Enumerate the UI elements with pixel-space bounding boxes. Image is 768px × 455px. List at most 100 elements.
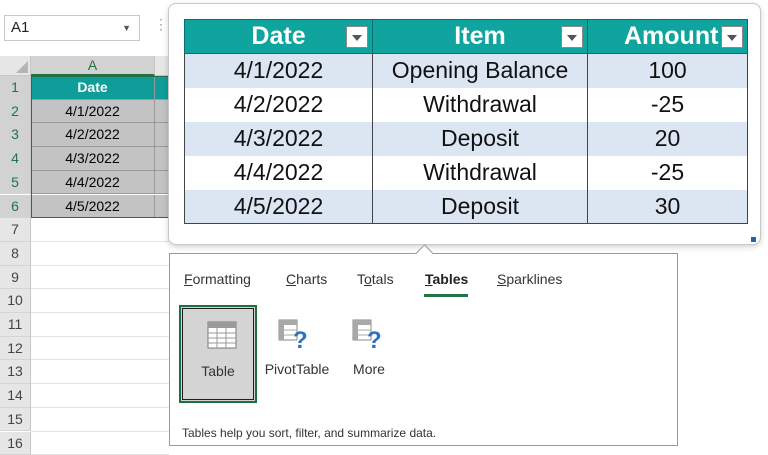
gridline [31, 288, 169, 289]
table-icon [207, 321, 237, 351]
tab-accelerator: C [286, 271, 296, 287]
tab-totals[interactable]: Totals [357, 271, 394, 287]
cell-a2[interactable]: 4/1/2022 [31, 100, 155, 124]
preview-header-label: Item [454, 22, 505, 50]
preview-header-label: Amount [624, 22, 718, 50]
tab-label: ormatting [193, 271, 251, 287]
svg-text:?: ? [293, 327, 308, 349]
preview-cell-item: Withdrawal [373, 156, 588, 190]
tab-tables[interactable]: Tables [425, 271, 468, 287]
name-box[interactable]: A1 ▼ [4, 15, 140, 41]
column-header-a[interactable]: A [31, 56, 155, 76]
preview-table: Date Item Amount 4/1/2022 Opening Balanc… [184, 19, 748, 224]
preview-cell-date: 4/2/2022 [185, 88, 373, 122]
preview-cell-item: Deposit [373, 190, 588, 224]
column-header-b[interactable] [155, 56, 169, 76]
preview-header-label: Date [251, 22, 305, 50]
cell-b3[interactable] [155, 123, 169, 147]
table-button-label: Table [181, 363, 255, 379]
row-header-16[interactable]: 16 [0, 432, 31, 455]
pivottable-icon: ? [278, 319, 308, 349]
table-preview-popup: Date Item Amount 4/1/2022 Opening Balanc… [168, 3, 761, 245]
preview-cell-item: Opening Balance [373, 54, 588, 88]
preview-header-date: Date [185, 20, 373, 54]
more-button[interactable]: ? More [332, 305, 406, 403]
cell-b1[interactable] [155, 76, 169, 100]
formula-bar-grip-icon[interactable]: ⋮ [154, 16, 168, 33]
preview-cell-date: 4/5/2022 [185, 190, 373, 224]
cell-a5[interactable]: 4/4/2022 [31, 171, 155, 195]
tab-label: parklines [506, 271, 562, 287]
quick-analysis-panel: Formatting Charts Totals Tables Sparklin… [169, 253, 678, 446]
row-header-7[interactable]: 7 [0, 218, 31, 242]
row-header-10[interactable]: 10 [0, 289, 31, 313]
gridline [31, 383, 169, 384]
preview-cell-amount: 20 [588, 122, 748, 156]
cell-a6[interactable]: 4/5/2022 [31, 195, 155, 219]
table-row: 4/3/2022 Deposit 20 [185, 122, 748, 156]
preview-header-amount: Amount [588, 20, 748, 54]
tab-label: harts [296, 271, 327, 287]
preview-cell-date: 4/4/2022 [185, 156, 373, 190]
svg-text:?: ? [367, 327, 382, 349]
preview-cell-item: Withdrawal [373, 88, 588, 122]
preview-cell-item: Deposit [373, 122, 588, 156]
cell-b4[interactable] [155, 147, 169, 171]
pivottable-button-label: PivotTable [258, 361, 336, 377]
row-header-9[interactable]: 9 [0, 266, 31, 290]
cell-b5[interactable] [155, 171, 169, 195]
cell-b2[interactable] [155, 100, 169, 124]
row-header-5[interactable]: 5 [0, 171, 31, 195]
preview-cell-amount: -25 [588, 88, 748, 122]
filter-dropdown-icon[interactable] [721, 26, 743, 48]
cell-a1[interactable]: Date [31, 76, 155, 100]
gridline [31, 407, 169, 408]
row-header-8[interactable]: 8 [0, 242, 31, 266]
tab-formatting[interactable]: Formatting [184, 271, 251, 287]
row-header-4[interactable]: 4 [0, 147, 31, 171]
panel-pointer [415, 244, 433, 262]
row-header-6[interactable]: 6 [0, 195, 31, 219]
cell-a4[interactable]: 4/3/2022 [31, 147, 155, 171]
table-button[interactable]: Table [179, 305, 257, 403]
more-icon: ? [352, 319, 382, 349]
select-all-corner[interactable] [0, 56, 31, 76]
tab-sparklines[interactable]: Sparklines [497, 271, 562, 287]
preview-header-item: Item [373, 20, 588, 54]
preview-cell-date: 4/3/2022 [185, 122, 373, 156]
filter-dropdown-icon[interactable] [346, 26, 368, 48]
name-box-value: A1 [11, 19, 29, 36]
pivottable-button[interactable]: ? PivotTable [258, 305, 336, 403]
tab-accelerator: S [497, 271, 506, 287]
gridline [31, 265, 169, 266]
tab-charts[interactable]: Charts [286, 271, 327, 287]
gridline [31, 241, 169, 242]
gridline [31, 431, 169, 432]
active-tab-indicator [424, 294, 468, 297]
tab-label: ables [433, 271, 469, 287]
row-header-14[interactable]: 14 [0, 384, 31, 408]
panel-description: Tables help you sort, filter, and summar… [182, 426, 436, 440]
table-row: 4/1/2022 Opening Balance 100 [185, 54, 748, 88]
cell-a3[interactable]: 4/2/2022 [31, 123, 155, 147]
gridline [31, 359, 169, 360]
row-header-12[interactable]: 12 [0, 337, 31, 361]
cell-b6[interactable] [155, 195, 169, 219]
preview-cell-amount: -25 [588, 156, 748, 190]
tab-accelerator: F [184, 271, 193, 287]
more-button-label: More [332, 361, 406, 377]
row-header-13[interactable]: 13 [0, 360, 31, 384]
gridline [31, 336, 169, 337]
row-header-1[interactable]: 1 [0, 76, 31, 100]
tab-label: tals [372, 271, 394, 287]
filter-dropdown-icon[interactable] [561, 26, 583, 48]
row-header-11[interactable]: 11 [0, 313, 31, 337]
row-header-15[interactable]: 15 [0, 408, 31, 432]
tab-accelerator: T [425, 271, 433, 287]
chevron-down-icon[interactable]: ▼ [122, 16, 131, 40]
table-row: 4/4/2022 Withdrawal -25 [185, 156, 748, 190]
preview-cell-amount: 30 [588, 190, 748, 224]
table-resize-handle-icon [751, 237, 756, 242]
row-header-2[interactable]: 2 [0, 100, 31, 124]
row-header-3[interactable]: 3 [0, 123, 31, 147]
